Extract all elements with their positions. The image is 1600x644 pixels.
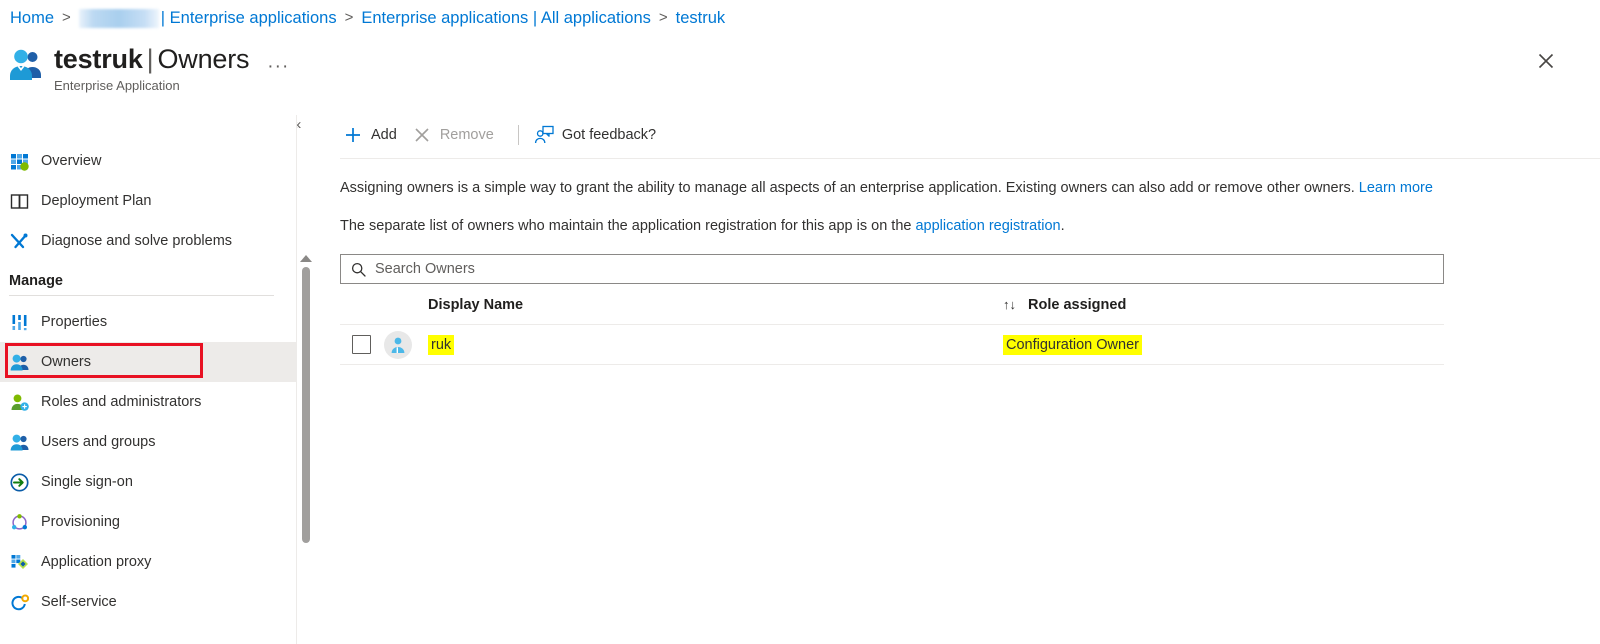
sidebar-item-label: Users and groups: [41, 434, 156, 450]
remove-button-label: Remove: [439, 127, 494, 143]
more-options-button[interactable]: ···: [267, 56, 289, 78]
breadcrumb-item-enterprise-applications[interactable]: | Enterprise applications: [161, 7, 337, 29]
sidebar-item-self-service[interactable]: Self-service: [0, 582, 296, 622]
sidebar-item-owners[interactable]: Owners: [0, 342, 296, 382]
table-header-row: Display Name ↑↓ Role assigned: [340, 297, 1444, 325]
sidebar-nav: Overview Deployment Plan Diagnose and so…: [0, 115, 312, 644]
azure-portal-owners-blade: Home > | Enterprise applications > Enter…: [0, 0, 1600, 644]
column-header-role-assigned[interactable]: ↑↓ Role assigned: [1003, 297, 1444, 325]
command-bar-divider: [340, 158, 1600, 159]
sidebar-item-single-sign-on[interactable]: Single sign-on: [0, 462, 296, 502]
row-checkbox[interactable]: [352, 335, 371, 354]
users-groups-icon: [9, 432, 29, 452]
application-registration-link[interactable]: application registration: [915, 218, 1060, 234]
page-title: testruk | Owners: [54, 42, 249, 76]
add-button[interactable]: Add: [340, 119, 409, 151]
properties-bars-icon: [9, 312, 29, 332]
page-header: testruk | Owners Enterprise Application ··…: [8, 42, 289, 94]
sidebar-item-properties[interactable]: Properties: [0, 302, 296, 342]
scrollbar-thumb[interactable]: [302, 267, 310, 543]
sidebar-item-label: Single sign-on: [41, 474, 133, 490]
sidebar-item-users-and-groups[interactable]: Users and groups: [0, 422, 296, 462]
selection-highlight-box: [5, 343, 203, 378]
add-button-label: Add: [371, 127, 397, 143]
breadcrumb-separator: >: [62, 9, 71, 26]
owners-table: Display Name ↑↓ Role assigned ruk Config…: [340, 297, 1444, 365]
command-bar: Add Remove Got feedback?: [340, 118, 1600, 152]
search-icon: [350, 261, 366, 277]
avatar-header: [384, 297, 428, 325]
sidebar-item-label: Overview: [41, 153, 102, 169]
column-header-display-name[interactable]: Display Name: [428, 297, 1003, 325]
owners-description-2: The separate list of owners who maintain…: [340, 216, 1600, 236]
owners-people-icon: [9, 352, 29, 372]
got-feedback-label: Got feedback?: [561, 127, 657, 143]
sidebar-item-label: Application proxy: [41, 554, 152, 570]
sidebar-divider: [9, 295, 274, 296]
application-proxy-icon: [9, 552, 29, 572]
single-sign-on-arrow-icon: [9, 472, 29, 492]
breadcrumb-item-home[interactable]: Home: [10, 7, 54, 29]
row-checkbox-cell: [340, 324, 384, 365]
owners-description-1: Assigning owners is a simple way to gran…: [340, 178, 1600, 198]
breadcrumb-item-all-applications[interactable]: Enterprise applications | All applicatio…: [361, 7, 651, 29]
sidebar-item-diagnose-and-solve-problems[interactable]: Diagnose and solve problems: [0, 221, 296, 261]
owners-description-1-text: Assigning owners is a simple way to gran…: [340, 180, 1359, 196]
search-input[interactable]: [373, 256, 1443, 282]
row-display-name-cell: ruk: [428, 324, 1003, 365]
sidebar-item-application-proxy[interactable]: Application proxy: [0, 542, 296, 582]
sidebar-item-label: Properties: [41, 314, 108, 330]
breadcrumb: Home > | Enterprise applications > Enter…: [10, 7, 725, 29]
provisioning-cycle-icon: [9, 512, 29, 532]
self-service-icon: [9, 592, 29, 612]
wrench-screwdriver-icon: [9, 231, 29, 251]
sidebar-item-label: Diagnose and solve problems: [41, 233, 233, 249]
column-header-role-assigned-label: Role assigned: [1028, 297, 1127, 313]
close-icon[interactable]: [1532, 47, 1560, 75]
user-avatar-icon: [384, 330, 412, 359]
owners-content: Assigning owners is a simple way to gran…: [340, 178, 1600, 365]
feedback-person-icon: [533, 124, 555, 146]
page-title-divider: |: [146, 44, 154, 74]
row-display-name: ruk: [428, 334, 455, 355]
plus-icon: [342, 124, 364, 146]
sidebar-item-deployment-plan[interactable]: Deployment Plan: [0, 181, 296, 221]
page-title-app: testruk: [54, 44, 143, 74]
search-owners-box[interactable]: [340, 254, 1444, 284]
row-role-assigned: Configuration Owner: [1003, 334, 1142, 355]
breadcrumb-separator: >: [344, 9, 354, 26]
sidebar-scrollbar[interactable]: [300, 255, 312, 547]
sidebar-item-overview[interactable]: Overview: [0, 141, 296, 181]
sidebar-item-label: Roles and administrators: [41, 394, 202, 410]
page-title-section: Owners: [157, 44, 250, 74]
table-row[interactable]: ruk Configuration Owner: [340, 324, 1444, 365]
breadcrumb-redacted-tenant: [78, 8, 159, 28]
overview-grid-icon: [9, 151, 29, 171]
sidebar-item-label: Provisioning: [41, 514, 120, 530]
sidebar-item-label: Self-service: [41, 594, 117, 610]
sort-icon[interactable]: ↑↓: [1003, 297, 1016, 312]
scroll-up-arrow-icon[interactable]: [300, 255, 312, 262]
enterprise-application-icon: [8, 46, 46, 84]
breadcrumb-item-testruk[interactable]: testruk: [676, 7, 726, 29]
role-person-icon: [9, 392, 29, 412]
row-avatar-cell: [384, 324, 428, 365]
got-feedback-button[interactable]: Got feedback?: [531, 119, 668, 151]
book-icon: [9, 191, 29, 211]
sidebar-item-label: Owners: [41, 354, 91, 370]
select-all-header: [340, 297, 384, 325]
breadcrumb-separator: >: [658, 9, 668, 26]
sidebar-section-manage: Manage: [9, 273, 63, 289]
sidebar-item-provisioning[interactable]: Provisioning: [0, 502, 296, 542]
learn-more-link[interactable]: Learn more: [1359, 180, 1433, 196]
page-subtitle: Enterprise Application: [54, 78, 180, 93]
sidebar-item-roles-and-administrators[interactable]: Roles and administrators: [0, 382, 296, 422]
sidebar-item-label: Deployment Plan: [41, 193, 152, 209]
remove-button[interactable]: Remove: [409, 119, 506, 151]
row-role-assigned-cell: Configuration Owner: [1003, 324, 1444, 365]
cross-icon: [411, 124, 433, 146]
command-separator: [517, 125, 519, 145]
owners-description-2-period: .: [1060, 218, 1065, 234]
owners-description-2-text: The separate list of owners who maintain…: [340, 218, 916, 234]
